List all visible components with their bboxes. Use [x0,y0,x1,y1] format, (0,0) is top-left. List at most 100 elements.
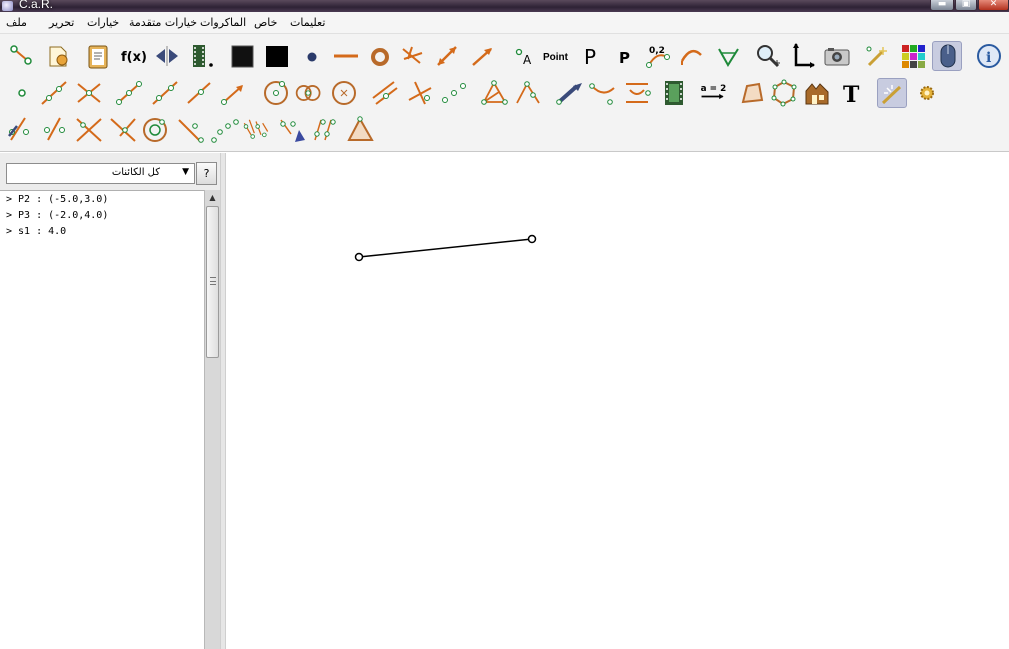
close-button[interactable]: ✕ [978,0,1009,11]
angle-bisector-tool-icon[interactable] [513,78,543,108]
app-icon [2,1,13,11]
line-tool-icon[interactable] [39,78,69,108]
angle-tool-icon[interactable] [713,41,743,71]
clipboard-tool-icon[interactable] [83,41,113,71]
function-tool-label: f(x) [121,50,147,65]
menu-file[interactable]: ملف [6,16,27,29]
assign-value-tool-icon[interactable]: a = 2 [698,78,732,108]
menu-advanced-options[interactable]: خيارات متقدمة [129,16,197,29]
fixed-vector-tool-icon[interactable] [555,78,585,108]
midpoint-tool-icon[interactable] [439,78,469,108]
minimize-button[interactable]: ▬ [930,0,954,11]
zoom-tool-icon[interactable] [752,41,782,71]
line-style-icon[interactable] [331,41,361,71]
black-fill-icon[interactable] [227,41,257,71]
list-item[interactable]: > P2 : (-5.0,3.0) [6,194,108,205]
distance-tool-icon[interactable] [622,78,652,108]
small-p-tool-icon[interactable]: P [610,41,640,71]
point-tool-icon[interactable] [7,78,37,108]
small-p-label: P [619,49,630,67]
arc-tool-icon[interactable] [677,41,707,71]
mirror-line-tool-icon[interactable] [40,114,70,144]
reflect-point-tool-icon[interactable] [5,114,35,144]
toolbar: f(x) A Point P P 0,2 i a = 2 T [0,34,1009,152]
window-title: C.a.R. [19,0,54,11]
menu-options[interactable]: خيارات [87,16,119,29]
macro-triangle-icon[interactable] [345,114,375,144]
menu-bar: ملف تحرير خيارات خيارات متقدمة الماكروات… [0,12,1009,34]
menu-macros[interactable]: الماكروات [200,16,246,29]
scroll-up-icon[interactable]: ▲ [205,190,220,206]
circle-style-icon[interactable] [365,41,395,71]
polygon-tool-icon[interactable] [769,78,799,108]
p-tool-label: P [584,45,596,69]
menu-help[interactable]: تعليمات [290,16,325,29]
point-label-icon[interactable]: A [510,41,540,71]
vector-tool-icon[interactable] [432,41,462,71]
arrow-mix-icon[interactable] [398,41,428,71]
line-circle-tool-icon[interactable] [108,114,138,144]
coordinates-tool-icon[interactable]: 0,2 [643,41,673,71]
function-tool-icon[interactable]: f(x) [118,41,148,71]
scrollbar-thumb[interactable] [206,206,219,358]
magic-wand-icon[interactable] [861,41,891,71]
segment-tool-icon[interactable] [114,78,144,108]
animation-tool-icon[interactable] [659,78,689,108]
perpendicular-tool-icon[interactable] [405,78,435,108]
menu-edit[interactable]: تحرير [49,16,74,29]
quadrilateral-tool-icon[interactable] [737,78,767,108]
macro-points-icon[interactable] [241,114,277,144]
arc-points-tool-icon[interactable] [210,114,240,144]
point-label-text: A [523,53,532,67]
ray-tool-icon[interactable] [467,41,497,71]
animation-film-icon[interactable] [187,41,217,71]
segment-s1[interactable] [358,238,533,258]
circle-center-tool-icon[interactable] [261,78,291,108]
edit-object-tool-icon[interactable] [43,41,73,71]
maximize-button[interactable]: ▣ [955,0,977,11]
circle-radius-tool-icon[interactable] [329,78,359,108]
point-size-icon[interactable] [297,41,327,71]
point-p3[interactable] [527,234,537,244]
point-text-label: Point [543,52,569,63]
vector-points-tool-icon[interactable] [218,78,248,108]
ray-points-tool-icon[interactable] [150,78,180,108]
info-tool-icon[interactable]: i [974,41,1004,71]
macro-vector-icon[interactable] [277,114,307,144]
text-tool-label: T [843,82,860,108]
macro-house-icon[interactable] [802,78,832,108]
help-button[interactable]: ? [196,162,217,185]
point-text-tool-icon[interactable]: Point [542,41,572,71]
list-item[interactable]: > P3 : (-2.0,4.0) [6,210,108,221]
p-tool-icon[interactable]: P [577,41,607,71]
object-list: > P2 : (-5.0,3.0) > P3 : (-2.0,4.0) > s1… [0,190,204,649]
parallel-line-tool-icon[interactable] [370,78,400,108]
object-list-scrollbar[interactable]: ▲ [204,190,220,649]
macro-curve-icon[interactable] [311,114,341,144]
point-p2[interactable] [354,252,364,262]
title-bar: C.a.R. ▬ ▣ ✕ [0,0,1009,12]
mouse-tool-icon[interactable] [932,41,962,71]
list-item[interactable]: > s1 : 4.0 [6,226,66,237]
parallel-segment-tool-icon[interactable] [184,78,214,108]
triangle-tool-icon[interactable] [479,78,509,108]
two-circles-tool-icon[interactable] [294,78,328,108]
circle-point-tool-icon[interactable] [140,114,170,144]
reflect-tool-icon[interactable] [152,41,182,71]
hide-tool-icon[interactable] [877,78,907,108]
segment-points-tool-icon[interactable] [175,114,205,144]
intersection-tool-icon[interactable] [74,78,104,108]
color-palette-icon[interactable] [898,41,928,71]
move-point-tool-icon[interactable] [7,41,37,71]
camera-tool-icon[interactable] [822,41,852,71]
text-tool-icon[interactable]: T [836,78,866,108]
locus-tool-icon[interactable] [588,78,618,108]
construction-drawing [354,234,537,262]
black-square-icon[interactable] [262,41,292,71]
construction-canvas[interactable] [226,153,1009,649]
object-filter-select[interactable]: كل الكائنات ▼ [6,163,195,184]
axes-tool-icon[interactable] [786,41,816,71]
settings-gear-icon[interactable] [912,78,942,108]
menu-special[interactable]: خاص [254,16,277,29]
cross-lines-tool-icon[interactable] [74,114,104,144]
